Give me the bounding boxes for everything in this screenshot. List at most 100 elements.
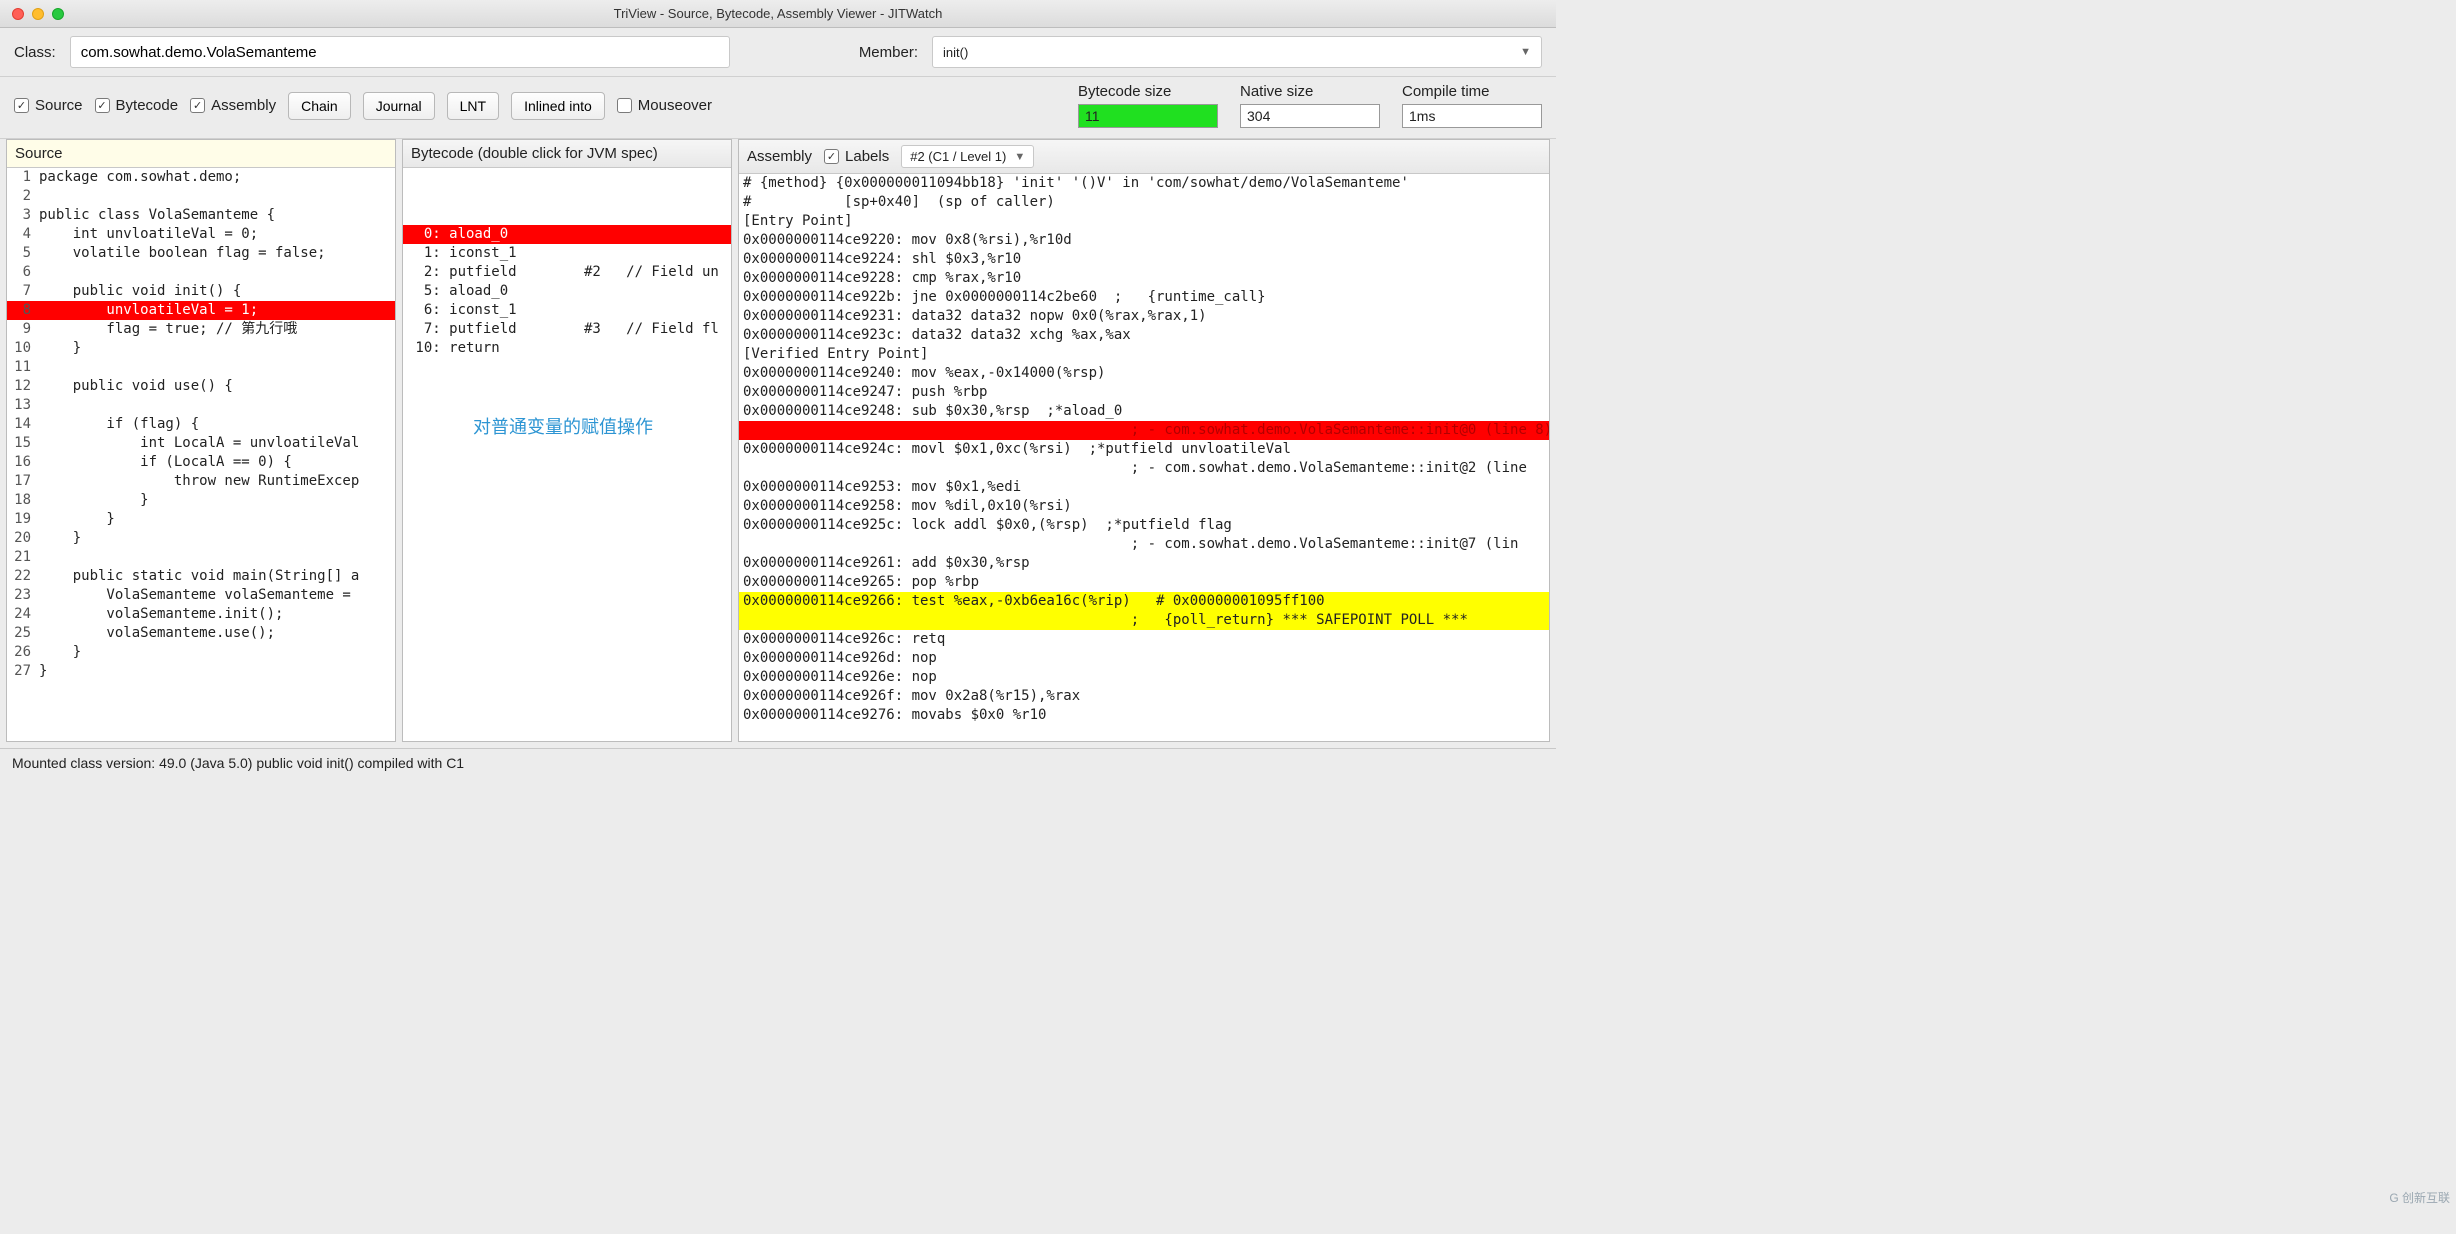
source-line[interactable]: 13 (7, 396, 395, 415)
assembly-line[interactable]: 0x0000000114ce922b: jne 0x0000000114c2be… (739, 288, 1549, 307)
assembly-line[interactable]: 0x0000000114ce9240: mov %eax,-0x14000(%r… (739, 364, 1549, 383)
bytecode-line[interactable]: 0: aload_0 (403, 225, 731, 244)
bytecode-panel[interactable]: 对普通变量的赋值操作 0: aload_0 1: iconst_1 2: put… (403, 168, 731, 741)
source-line[interactable]: 15 int LocalA = unvloatileVal (7, 434, 395, 453)
source-line[interactable]: 6 (7, 263, 395, 282)
source-line[interactable]: 7 public void init() { (7, 282, 395, 301)
native-size-value: 304 (1240, 104, 1380, 128)
assembly-line[interactable]: ; - com.sowhat.demo.VolaSemanteme::init@… (739, 421, 1549, 440)
source-line[interactable]: 5 volatile boolean flag = false; (7, 244, 395, 263)
source-line[interactable]: 16 if (LocalA == 0) { (7, 453, 395, 472)
checkbox-icon (617, 98, 632, 113)
assembly-line[interactable]: 0x0000000114ce9253: mov $0x1,%edi (739, 478, 1549, 497)
assembly-panel[interactable]: # {method} {0x000000011094bb18} 'init' '… (739, 174, 1549, 741)
status-bar: Mounted class version: 49.0 (Java 5.0) p… (0, 748, 1556, 777)
assembly-line[interactable]: # {method} {0x000000011094bb18} 'init' '… (739, 174, 1549, 193)
bytecode-size-value: 11 (1078, 104, 1218, 128)
maximize-icon[interactable] (52, 8, 64, 20)
source-checkbox[interactable]: Source (14, 97, 83, 114)
class-label: Class: (14, 44, 56, 61)
bytecode-line[interactable]: 5: aload_0 (403, 282, 731, 301)
assembly-line[interactable]: # [sp+0x40] (sp of caller) (739, 193, 1549, 212)
assembly-line[interactable]: 0x0000000114ce9247: push %rbp (739, 383, 1549, 402)
watermark: G 创新互联 (2389, 1189, 2450, 1206)
source-line[interactable]: 8 unvloatileVal = 1; (7, 301, 395, 320)
bytecode-line[interactable]: 1: iconst_1 (403, 244, 731, 263)
source-line[interactable]: 9 flag = true; // 第九行哦 (7, 320, 395, 339)
assembly-line[interactable]: 0x0000000114ce923c: data32 data32 xchg %… (739, 326, 1549, 345)
check-icon (824, 149, 839, 164)
assembly-line[interactable]: 0x0000000114ce9248: sub $0x30,%rsp ;*alo… (739, 402, 1549, 421)
assembly-line[interactable]: 0x0000000114ce926c: retq (739, 630, 1549, 649)
mouseover-checkbox[interactable]: Mouseover (617, 97, 712, 114)
assembly-line[interactable]: ; - com.sowhat.demo.VolaSemanteme::init@… (739, 535, 1549, 554)
bytecode-checkbox[interactable]: Bytecode (95, 97, 179, 114)
chevron-down-icon: ▼ (1520, 46, 1531, 58)
check-icon (190, 98, 205, 113)
assembly-checkbox[interactable]: Assembly (190, 97, 276, 114)
close-icon[interactable] (12, 8, 24, 20)
assembly-line[interactable]: 0x0000000114ce926f: mov 0x2a8(%r15),%rax (739, 687, 1549, 706)
inlined-into-button[interactable]: Inlined into (511, 92, 605, 120)
class-input[interactable] (70, 36, 730, 68)
assembly-line[interactable]: 0x0000000114ce9266: test %eax,-0xb6ea16c… (739, 592, 1549, 611)
source-line[interactable]: 3public class VolaSemanteme { (7, 206, 395, 225)
native-size-label: Native size (1240, 83, 1380, 100)
source-line[interactable]: 17 throw new RuntimeExcep (7, 472, 395, 491)
compile-time-value: 1ms (1402, 104, 1542, 128)
chevron-down-icon: ▼ (1014, 151, 1025, 163)
assembly-line[interactable]: 0x0000000114ce9231: data32 data32 nopw 0… (739, 307, 1549, 326)
check-icon (95, 98, 110, 113)
source-line[interactable]: 24 volaSemanteme.init(); (7, 605, 395, 624)
bytecode-panel-header: Bytecode (double click for JVM spec) (403, 140, 731, 168)
source-line[interactable]: 1package com.sowhat.demo; (7, 168, 395, 187)
source-line[interactable]: 25 volaSemanteme.use(); (7, 624, 395, 643)
source-line[interactable]: 10 } (7, 339, 395, 358)
source-line[interactable]: 11 (7, 358, 395, 377)
source-line[interactable]: 21 (7, 548, 395, 567)
assembly-line[interactable]: 0x0000000114ce9220: mov 0x8(%rsi),%r10d (739, 231, 1549, 250)
assembly-line[interactable]: ; - com.sowhat.demo.VolaSemanteme::init@… (739, 459, 1549, 478)
labels-checkbox[interactable]: Labels (824, 148, 889, 165)
source-line[interactable]: 27} (7, 662, 395, 681)
source-line[interactable]: 14 if (flag) { (7, 415, 395, 434)
lnt-button[interactable]: LNT (447, 92, 499, 120)
assembly-line[interactable]: 0x0000000114ce9276: movabs $0x0 %r10 (739, 706, 1549, 725)
assembly-line[interactable]: 0x0000000114ce926d: nop (739, 649, 1549, 668)
window-title: TriView - Source, Bytecode, Assembly Vie… (614, 6, 943, 21)
assembly-line[interactable]: 0x0000000114ce9258: mov %dil,0x10(%rsi) (739, 497, 1549, 516)
assembly-line[interactable]: 0x0000000114ce926e: nop (739, 668, 1549, 687)
assembly-line[interactable]: [Entry Point] (739, 212, 1549, 231)
assembly-line[interactable]: 0x0000000114ce9224: shl $0x3,%r10 (739, 250, 1549, 269)
assembly-line[interactable]: ; {poll_return} *** SAFEPOINT POLL *** (739, 611, 1549, 630)
source-line[interactable]: 19 } (7, 510, 395, 529)
source-panel-header: Source (7, 140, 395, 168)
bytecode-size-label: Bytecode size (1078, 83, 1218, 100)
assembly-line[interactable]: 0x0000000114ce9265: pop %rbp (739, 573, 1549, 592)
source-line[interactable]: 4 int unvloatileVal = 0; (7, 225, 395, 244)
source-line[interactable]: 2 (7, 187, 395, 206)
chain-button[interactable]: Chain (288, 92, 351, 120)
journal-button[interactable]: Journal (363, 92, 435, 120)
assembly-line[interactable]: 0x0000000114ce924c: movl $0x1,0xc(%rsi) … (739, 440, 1549, 459)
minimize-icon[interactable] (32, 8, 44, 20)
bytecode-line[interactable]: 7: putfield #3 // Field fl (403, 320, 731, 339)
assembly-line[interactable]: 0x0000000114ce9228: cmp %rax,%r10 (739, 269, 1549, 288)
source-line[interactable]: 18 } (7, 491, 395, 510)
bytecode-line[interactable]: 2: putfield #2 // Field un (403, 263, 731, 282)
source-line[interactable]: 23 VolaSemanteme volaSemanteme = (7, 586, 395, 605)
assembly-line[interactable]: 0x0000000114ce925c: lock addl $0x0,(%rsp… (739, 516, 1549, 535)
check-icon (14, 98, 29, 113)
assembly-level-select[interactable]: #2 (C1 / Level 1) ▼ (901, 145, 1034, 168)
assembly-line[interactable]: 0x0000000114ce9261: add $0x30,%rsp (739, 554, 1549, 573)
bytecode-line[interactable]: 10: return (403, 339, 731, 358)
source-line[interactable]: 22 public static void main(String[] a (7, 567, 395, 586)
assembly-line[interactable]: [Verified Entry Point] (739, 345, 1549, 364)
source-panel[interactable]: 1package com.sowhat.demo;23public class … (7, 168, 395, 741)
member-select[interactable]: init() ▼ (932, 36, 1542, 68)
source-line[interactable]: 20 } (7, 529, 395, 548)
source-line[interactable]: 26 } (7, 643, 395, 662)
bytecode-line[interactable]: 6: iconst_1 (403, 301, 731, 320)
source-line[interactable]: 12 public void use() { (7, 377, 395, 396)
member-value: init() (943, 45, 968, 60)
